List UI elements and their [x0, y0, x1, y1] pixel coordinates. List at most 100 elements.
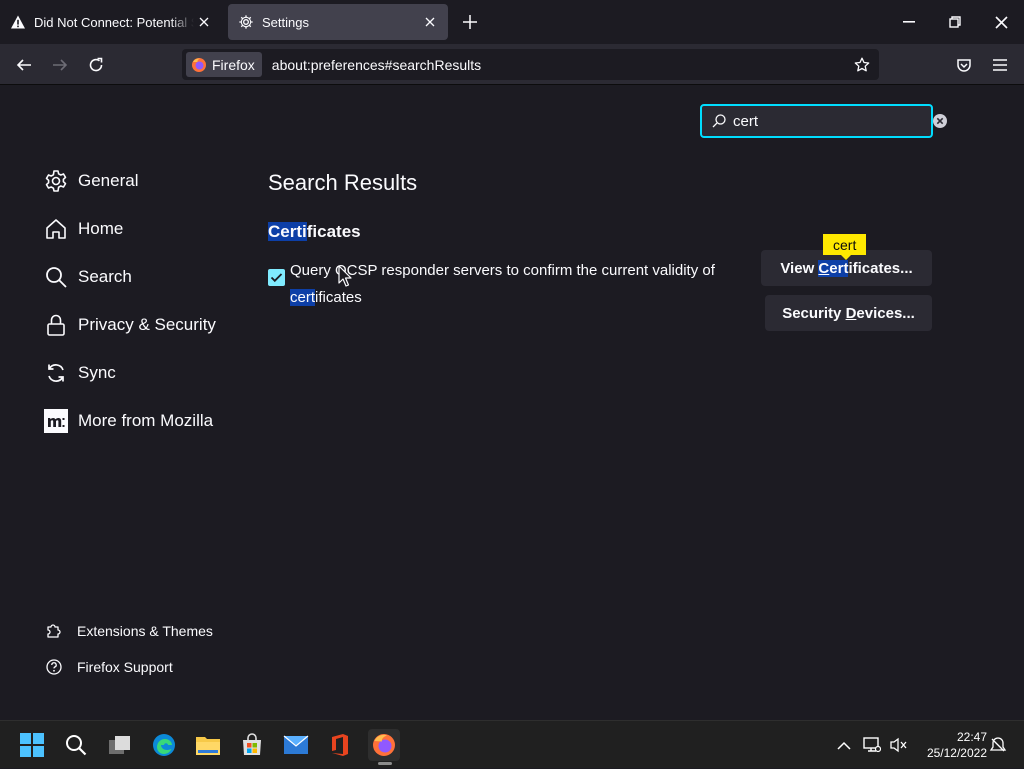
- button-text: Security: [782, 304, 842, 322]
- search-icon: [66, 735, 87, 756]
- mouse-cursor-icon: [338, 265, 352, 287]
- sidebar-item-label: Search: [78, 267, 132, 286]
- edge-browser-button[interactable]: [148, 729, 180, 761]
- office-button[interactable]: [324, 729, 356, 761]
- minimize-icon: [903, 21, 915, 23]
- mozilla-icon: [44, 409, 68, 433]
- close-tab-icon[interactable]: [194, 12, 214, 32]
- tab-did-not-connect[interactable]: Did Not Connect: Potential Security Issu…: [0, 4, 222, 40]
- security-devices-button[interactable]: Security Devices...: [765, 295, 932, 331]
- checkmark-icon: [270, 273, 283, 283]
- pocket-button[interactable]: [949, 50, 979, 80]
- button-text: ificates...: [848, 259, 913, 277]
- sidebar-item-privacy-security[interactable]: Privacy & Security: [44, 308, 216, 342]
- firefox-support-link[interactable]: Firefox Support: [44, 655, 173, 679]
- sidebar-item-more-from-mozilla[interactable]: More from Mozilla: [44, 404, 213, 438]
- help-icon: [44, 657, 64, 677]
- task-view-icon: [109, 736, 130, 754]
- sidebar-item-home[interactable]: Home: [44, 212, 123, 246]
- close-tab-icon[interactable]: [420, 12, 440, 32]
- sidebar-item-general[interactable]: General: [44, 164, 138, 198]
- tab-settings[interactable]: Settings: [228, 4, 448, 40]
- firefox-logo-icon: [373, 734, 395, 756]
- section-title-rest: ficates: [306, 222, 361, 241]
- windows-taskbar: 22:47 25/12/2022: [0, 720, 1024, 768]
- volume-button[interactable]: [886, 721, 910, 769]
- clock-time: 22:47: [956, 730, 987, 744]
- sidebar-item-label: General: [78, 171, 139, 190]
- button-text: evices...: [856, 304, 915, 322]
- settings-search-box[interactable]: [700, 104, 947, 138]
- identity-box[interactable]: Firefox: [186, 52, 262, 77]
- start-button[interactable]: [16, 729, 48, 761]
- windows-logo-icon: [20, 733, 44, 757]
- minimize-button[interactable]: [886, 0, 932, 44]
- gear-icon: [238, 14, 254, 30]
- page-title: Search Results: [268, 170, 418, 195]
- extensions-themes-link[interactable]: Extensions & Themes: [44, 619, 213, 643]
- arrow-left-icon: [16, 59, 31, 71]
- ocsp-checkbox-label[interactable]: Query OCSP responder servers to confirm …: [290, 257, 730, 311]
- task-view-button[interactable]: [104, 729, 136, 761]
- firefox-support-label: Firefox Support: [77, 659, 173, 675]
- forward-button[interactable]: [45, 50, 75, 80]
- firefox-taskbar-button[interactable]: [368, 729, 400, 761]
- plus-icon: [463, 15, 477, 29]
- tab-title: Did Not Connect: Potential Security Issu…: [34, 14, 194, 30]
- store-icon: [243, 733, 261, 755]
- microsoft-store-button[interactable]: [236, 729, 268, 761]
- mail-button[interactable]: [280, 729, 312, 761]
- url-bar[interactable]: Firefox about:preferences#searchResults: [182, 49, 879, 80]
- sidebar-item-search[interactable]: Search: [44, 260, 132, 294]
- button-text: View: [780, 259, 815, 277]
- restore-button[interactable]: [932, 0, 978, 44]
- bookmark-star-icon[interactable]: [847, 50, 877, 80]
- sidebar-item-label: Privacy & Security: [78, 315, 216, 334]
- new-tab-button[interactable]: [458, 10, 482, 34]
- search-icon: [711, 113, 727, 129]
- close-window-button[interactable]: [978, 0, 1024, 44]
- network-button[interactable]: [860, 721, 884, 769]
- settings-search-input[interactable]: [733, 112, 932, 130]
- certificates-section-title: Certificates: [268, 222, 361, 242]
- search-highlight: cert: [290, 289, 316, 306]
- sidebar-item-label: Home: [78, 219, 124, 238]
- ocsp-checkbox[interactable]: [268, 269, 285, 286]
- office-icon: [332, 734, 348, 756]
- lock-icon: [44, 313, 68, 337]
- home-icon: [44, 217, 68, 241]
- taskbar-search-button[interactable]: [60, 729, 92, 761]
- search-match-badge: cert: [823, 234, 867, 255]
- pocket-icon: [957, 59, 971, 72]
- active-app-indicator: [378, 762, 392, 765]
- taskbar-clock[interactable]: 22:47 25/12/2022: [915, 729, 987, 761]
- search-icon: [44, 265, 68, 289]
- volume-muted-icon: [890, 737, 907, 753]
- file-explorer-button[interactable]: [192, 729, 224, 761]
- search-highlight: Certi: [268, 222, 307, 241]
- search-highlight: Cert: [818, 259, 849, 277]
- notifications-icon: [989, 737, 1007, 752]
- url-text[interactable]: about:preferences#searchResults: [272, 57, 847, 73]
- tab-title: Settings: [262, 14, 309, 30]
- folder-icon: [196, 737, 220, 755]
- gear-icon: [44, 169, 68, 193]
- restore-icon: [949, 16, 961, 28]
- network-icon: [863, 737, 881, 753]
- preferences-page: General Home Search Privacy & Security S…: [0, 85, 1024, 720]
- app-menu-button[interactable]: [985, 50, 1015, 80]
- access-key: C: [818, 259, 830, 277]
- show-hidden-icons-button[interactable]: [832, 721, 856, 769]
- sidebar-item-sync[interactable]: Sync: [44, 356, 116, 390]
- back-button[interactable]: [9, 50, 39, 80]
- badge-arrow: [841, 255, 851, 260]
- tab-strip: Did Not Connect: Potential Security Issu…: [0, 0, 1024, 44]
- hamburger-menu-icon: [993, 59, 1007, 71]
- sidebar-item-label: Sync: [78, 363, 116, 382]
- clear-search-icon[interactable]: [932, 113, 948, 129]
- button-text: ert: [829, 259, 849, 277]
- reload-button[interactable]: [81, 50, 111, 80]
- chevron-up-icon: [837, 741, 851, 750]
- clock-date: 25/12/2022: [926, 746, 987, 760]
- notifications-button[interactable]: [986, 721, 1010, 769]
